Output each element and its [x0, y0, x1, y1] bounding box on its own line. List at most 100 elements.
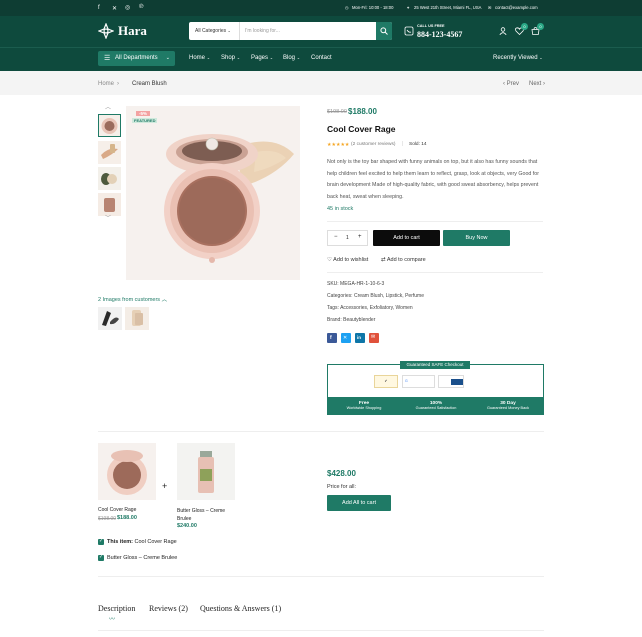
- bundle-check-label-1[interactable]: This item: Cool Cover Rage: [107, 539, 177, 545]
- nav-pages[interactable]: Pages ⌄: [251, 55, 273, 61]
- thumb-up-arrow[interactable]: ︿: [105, 102, 111, 111]
- bundle-item-name-1[interactable]: Cool Cover Rage: [98, 507, 136, 513]
- customer-image-2[interactable]: [125, 307, 149, 330]
- qty-decrease-button[interactable]: −: [334, 234, 338, 240]
- quantity-stepper[interactable]: − 1 +: [327, 230, 368, 246]
- share-email-icon[interactable]: ✉: [369, 333, 379, 343]
- product-title: Cool Cover Rage: [327, 124, 396, 134]
- wishlist-link[interactable]: ♡ Add to wishlist: [327, 257, 368, 263]
- twitter-icon[interactable]: ✕: [112, 5, 117, 12]
- facebook-icon[interactable]: f: [98, 5, 100, 11]
- customer-images-link[interactable]: 2 Images from customers ︿: [98, 295, 167, 303]
- prev-link[interactable]: ‹ Prev: [503, 81, 519, 87]
- bundle-checkbox-1[interactable]: ✓: [98, 538, 104, 545]
- clock-icon: ◷: [345, 5, 349, 10]
- tab-description[interactable]: Description: [98, 604, 135, 613]
- search-input[interactable]: I'm looking for...: [245, 22, 280, 40]
- divider: [98, 576, 544, 577]
- safe-checkout-box: Guaranteed SAFE Checkout ✔ G Free Worldwi…: [327, 361, 544, 415]
- safe-checkout-title: Guaranteed SAFE Checkout: [400, 361, 470, 369]
- gallery-thumb-3[interactable]: [98, 167, 121, 190]
- old-price: $198.00: [327, 109, 347, 115]
- call-label: CALL US FREE: [417, 24, 445, 28]
- feature-money-back: 30 Day Guaranteed Money Back: [486, 401, 529, 410]
- breadcrumb-current: Cream Blush: [132, 81, 167, 87]
- categories[interactable]: Categories: Cream Blush, Lipstick, Perfu…: [327, 293, 424, 299]
- bundle-check-label-2[interactable]: Butter Gloss – Creme Brulee: [107, 555, 177, 561]
- tab-questions[interactable]: Questions & Answers (1): [200, 604, 281, 613]
- search-bar: All Categories ⌄ I'm looking for...: [189, 22, 392, 40]
- hours-text: Mon-Fri: 10:00 - 18:00: [352, 5, 394, 10]
- sku: SKU: MEGA-HR-1-10-6-3: [327, 281, 385, 287]
- departments-label: All Departments: [115, 55, 158, 61]
- compact-powder-image: [164, 134, 294, 263]
- nav-contact[interactable]: Contact: [311, 55, 332, 61]
- compare-link[interactable]: ⇄ Add to compare: [381, 257, 426, 263]
- featured-badge: FEATURED: [132, 118, 158, 123]
- share-facebook-icon[interactable]: f: [327, 333, 337, 343]
- qty-value[interactable]: 1: [346, 235, 349, 241]
- pinterest-icon[interactable]: ℗: [139, 4, 143, 10]
- add-all-to-cart-button[interactable]: Add All to cart: [327, 495, 391, 511]
- nav-home[interactable]: Home ⌄: [189, 55, 210, 61]
- compare-icon: ⇄: [381, 257, 386, 263]
- divider: [98, 431, 544, 432]
- thumb-down-arrow[interactable]: ﹀: [105, 213, 111, 222]
- qty-increase-button[interactable]: +: [358, 234, 362, 240]
- sold-count: Sold: 14: [409, 142, 427, 147]
- stock-status: 45 in stock: [327, 206, 354, 212]
- breadcrumb-separator: ›: [117, 81, 119, 87]
- next-link[interactable]: Next ›: [529, 81, 545, 87]
- share-linkedin-icon[interactable]: in: [355, 333, 365, 343]
- nav-blog[interactable]: Blog ⌄: [283, 55, 300, 61]
- mail-icon: ✉: [488, 5, 492, 10]
- brand[interactable]: Brand: Beautyblender: [327, 317, 375, 323]
- separator: |: [402, 141, 404, 147]
- customer-image-1[interactable]: [98, 307, 122, 330]
- main-product-image[interactable]: -5% FEATURED: [126, 106, 300, 280]
- bundle-item-image-2[interactable]: [177, 443, 235, 500]
- instagram-icon[interactable]: ◎: [125, 4, 130, 11]
- divider: [327, 221, 543, 222]
- heart-icon: ♡: [327, 257, 332, 263]
- divider: [327, 272, 543, 273]
- logo-text[interactable]: Hara: [118, 23, 147, 39]
- product-description: Not only is the toy bar shaped with funn…: [327, 159, 539, 200]
- tab-reviews[interactable]: Reviews (2): [149, 604, 188, 613]
- checkout-features-bar: Free Worldwide Shopping 100% Guaranteed Sa…: [328, 397, 543, 415]
- bundle-item-name-2[interactable]: Butter Gloss – Creme Brulee: [177, 507, 237, 523]
- search-category-select[interactable]: All Categories ⌄: [189, 22, 240, 40]
- share-twitter-icon[interactable]: ✕: [341, 333, 351, 343]
- current-price: $188.00: [348, 107, 377, 116]
- reviews-link[interactable]: (2 customer reviews): [351, 142, 396, 147]
- logo-icon[interactable]: [98, 23, 114, 39]
- buy-now-button[interactable]: Buy Now: [443, 230, 510, 246]
- nav-shop[interactable]: Shop ⌄: [221, 55, 240, 61]
- gallery-thumb-1[interactable]: [98, 114, 121, 137]
- email-link[interactable]: contact@example.com: [495, 5, 538, 10]
- search-button[interactable]: [376, 22, 392, 40]
- account-icon[interactable]: [499, 27, 507, 35]
- gallery-thumb-2[interactable]: [98, 141, 121, 164]
- tags[interactable]: Tags: Accessories, Exfoliatory, Women: [327, 305, 413, 311]
- all-departments-button[interactable]: ☰ All Departments ⌄: [98, 51, 175, 66]
- location-icon: ⌖: [407, 5, 410, 10]
- address-text: 25 West 21th Street, Miami FL, USA: [414, 5, 482, 10]
- divider: [98, 630, 544, 631]
- menu-icon: ☰: [104, 55, 111, 62]
- breadcrumb: Home › Cream Blush ‹ Prev Next ›: [0, 71, 642, 95]
- recently-viewed[interactable]: Recently Viewed ⌄: [493, 55, 543, 61]
- cart-count-badge: 0: [537, 23, 544, 30]
- bbb-badge-icon: [438, 375, 464, 388]
- bundle-item-price-2: $240.00: [177, 523, 197, 529]
- norton-badge-icon: ✔: [374, 375, 398, 388]
- search-icon: [380, 27, 388, 35]
- bundle-item-image-1[interactable]: [98, 443, 156, 500]
- add-to-cart-button[interactable]: Add to cart: [373, 230, 440, 246]
- bundle-checkbox-2[interactable]: ✓: [98, 554, 104, 561]
- bundle-total: $428.00: [327, 469, 356, 478]
- breadcrumb-home[interactable]: Home: [98, 81, 114, 87]
- bundle-item-price-1: $188.00: [117, 515, 137, 521]
- phone-number[interactable]: 884-123-4567: [417, 30, 462, 39]
- top-bar: f ✕ ◎ ℗ ◷ Mon-Fri: 10:00 - 18:00 ⌖ 25 We…: [0, 0, 642, 16]
